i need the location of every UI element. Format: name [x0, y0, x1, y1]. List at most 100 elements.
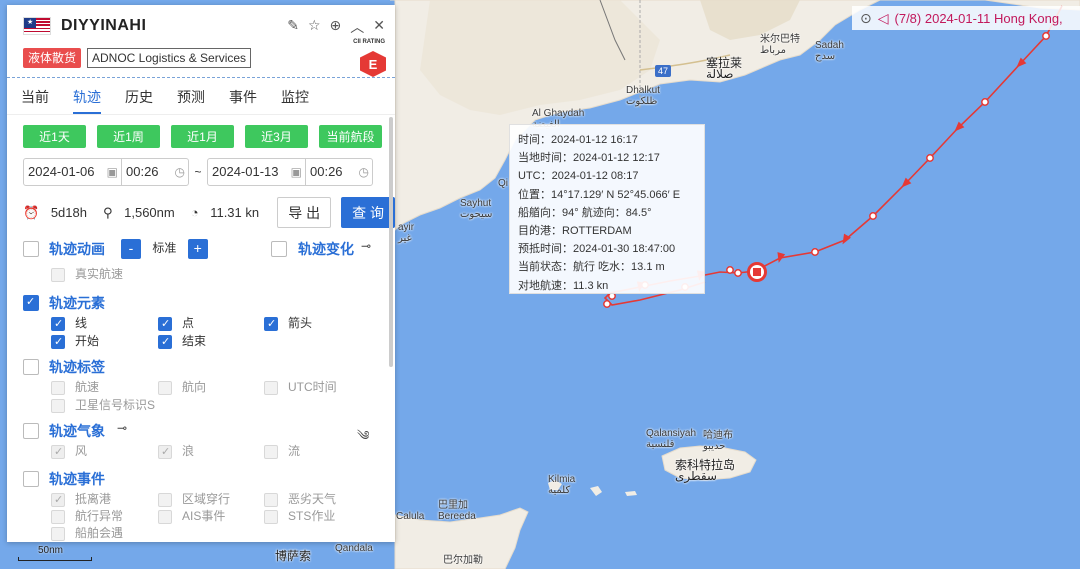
range-1month-button[interactable]: 近1月 [171, 125, 234, 148]
calendar-icon: ▣ [106, 159, 118, 185]
road-badge: 47 [655, 65, 672, 77]
animation-speed-control: - 标准 + [121, 239, 208, 259]
map-label-calula: Calula [396, 511, 425, 522]
option-point[interactable]: 点 [158, 314, 194, 331]
realtime-checkbox[interactable] [51, 267, 65, 282]
option-sts[interactable]: STS作业 [264, 507, 335, 524]
clock-icon: ◷ [358, 159, 369, 185]
option-bad-weather[interactable]: 恶劣天气 [264, 490, 336, 507]
option-abnormal[interactable]: 航行异常 [51, 507, 123, 524]
legend-icon[interactable]: ⊸ [361, 239, 371, 253]
speed-plus-button[interactable]: + [187, 239, 208, 259]
option-label-speed[interactable]: 航速 [51, 378, 99, 395]
tab-track[interactable]: 轨迹 [73, 83, 101, 114]
option-end[interactable]: 结束 [158, 332, 206, 349]
track-point[interactable] [811, 248, 819, 256]
events-title: 轨迹事件 [49, 471, 105, 487]
end-time-input[interactable]: 00:26 ◷ [306, 159, 372, 185]
panel-scrollbar[interactable] [389, 117, 393, 367]
track-stats: ⏰ 5d18h ⚲ 1,560nm ◔ 11.31 kn 导 出 查 询 [23, 197, 395, 228]
ship-name: DIYYINAHI [61, 17, 147, 34]
tooltip-heading: 船艏向：94° 航迹向：84.5° [518, 206, 652, 219]
speed-minus-button[interactable]: - [121, 239, 141, 259]
tab-forecast[interactable]: 预测 [177, 83, 205, 114]
flag-icon [23, 17, 51, 35]
track-point[interactable] [603, 300, 611, 308]
locate-icon[interactable]: ⊕ [330, 17, 342, 37]
track-point[interactable] [734, 269, 742, 277]
range-3month-button[interactable]: 近3月 [245, 125, 308, 148]
tooltip-sog: 对地航速：11.3 kn [518, 279, 609, 292]
option-label-satellite[interactable]: 卫星信号标识S [51, 396, 155, 413]
wind-icon[interactable]: ༄ [357, 421, 369, 458]
track-point-tooltip: 时间：2024-01-12 16:17 当地时间：2024-01-12 12:1… [509, 124, 705, 294]
ship-track-panel: DIYYINAHI ✎ ☆ ⊕ ︿ ✕ CII RATING E 液体散货 AD… [7, 5, 395, 542]
range-voyage-button[interactable]: 当前航段 [319, 125, 382, 148]
option-start[interactable]: 开始 [51, 332, 99, 349]
tooltip-dest: 目的港：ROTTERDAM [518, 225, 632, 238]
cii-grade-badge[interactable]: E [360, 51, 386, 77]
option-ais[interactable]: AIS事件 [158, 507, 225, 524]
events-checkbox[interactable] [23, 471, 39, 487]
section-events: 轨迹事件 抵离港 区域穿行 恶劣天气 航行异常 AIS事件 STS作业 船舶会遇 [23, 469, 373, 541]
tooltip-local: 当地时间：2024-01-12 12:17 [518, 152, 660, 165]
range-1week-button[interactable]: 近1周 [97, 125, 160, 148]
map-label-dhalkut: Dhalkut ظلكوت [626, 85, 660, 107]
track-point[interactable] [869, 212, 877, 220]
query-button[interactable]: 查 询 [341, 197, 395, 228]
option-encounter[interactable]: 船舶会遇 [51, 524, 123, 541]
option-current[interactable]: 流 [264, 442, 300, 459]
playback-text: (7/8) 2024-01-11 Hong Kong, [894, 10, 1063, 26]
close-icon[interactable]: ✕ [373, 17, 385, 37]
speed-label: 标准 [152, 241, 177, 256]
tooltip-status: 当前状态：航行 吃水：13.1 m [518, 261, 665, 274]
option-departure[interactable]: 抵离港 [51, 490, 111, 507]
track-point[interactable] [981, 98, 989, 106]
option-wind[interactable]: 风 [51, 442, 87, 459]
scale-bar [18, 557, 92, 561]
range-1day-button[interactable]: 近1天 [23, 125, 86, 148]
ship-tags: 液体散货 ADNOC Logistics & Services [23, 48, 252, 68]
playback-bar[interactable]: ⊙ ◁ (7/8) 2024-01-11 Hong Kong, [852, 6, 1080, 30]
tab-history[interactable]: 历史 [125, 83, 153, 114]
speedometer-icon: ◔ [190, 205, 199, 220]
option-label-utc[interactable]: UTC时间 [264, 378, 337, 395]
date-range: 2024-01-06 ▣ 00:26 ◷ ~ 2024-01-13 ▣ 00:26 ◷ [23, 158, 395, 186]
section-elements: 轨迹元素 线 点 箭头 开始 结束 [23, 293, 373, 349]
tab-monitor[interactable]: 监控 [281, 83, 309, 114]
tab-events[interactable]: 事件 [229, 83, 257, 114]
map-label-socotra: 索科特拉岛 سقطرى [675, 458, 736, 483]
distance-stat: ⚲ 1,560nm [102, 204, 175, 220]
track-point[interactable] [926, 154, 934, 162]
option-line[interactable]: 线 [51, 314, 87, 331]
star-icon[interactable]: ☆ [308, 17, 321, 37]
option-zone[interactable]: 区域穿行 [158, 490, 230, 507]
edit-icon[interactable]: ✎ [287, 17, 299, 37]
track-point[interactable] [1042, 32, 1050, 40]
back-circle-icon[interactable]: ⊙ [860, 10, 872, 27]
option-wave[interactable]: 浪 [158, 442, 194, 459]
elements-title: 轨迹元素 [49, 295, 105, 311]
speed-change-checkbox[interactable] [271, 241, 287, 257]
track-point[interactable] [726, 266, 734, 274]
option-arrow[interactable]: 箭头 [264, 314, 312, 331]
end-datetime: 2024-01-13 ▣ 00:26 ◷ [207, 158, 373, 186]
tab-current[interactable]: 当前 [21, 83, 49, 114]
export-button[interactable]: 导 出 [277, 197, 332, 228]
map-scale: 50nm [18, 543, 92, 567]
end-date-input[interactable]: 2024-01-13 ▣ [208, 159, 306, 185]
option-label-heading[interactable]: 航向 [158, 378, 206, 395]
tooltip-position: 位置：14°17.129′ N 52°45.066′ E [518, 188, 681, 201]
owner-tag[interactable]: ADNOC Logistics & Services [87, 48, 252, 68]
weather-checkbox[interactable] [23, 423, 39, 439]
animation-checkbox[interactable] [23, 241, 39, 257]
labels-checkbox[interactable] [23, 359, 39, 375]
legend-icon[interactable]: ⊸ [117, 421, 127, 435]
start-date-input[interactable]: 2024-01-06 ▣ [24, 159, 122, 185]
map-label-kilmia: Kilmia كلميه [548, 474, 576, 496]
header-actions: ✎ ☆ ⊕ ︿ ✕ [287, 17, 385, 37]
collapse-icon[interactable]: ︿ [350, 17, 364, 37]
start-time-input[interactable]: 00:26 ◷ [122, 159, 188, 185]
section-weather: 轨迹气象 ⊸ ༄ 风 浪 流 [23, 421, 373, 461]
elements-checkbox[interactable] [23, 295, 39, 311]
